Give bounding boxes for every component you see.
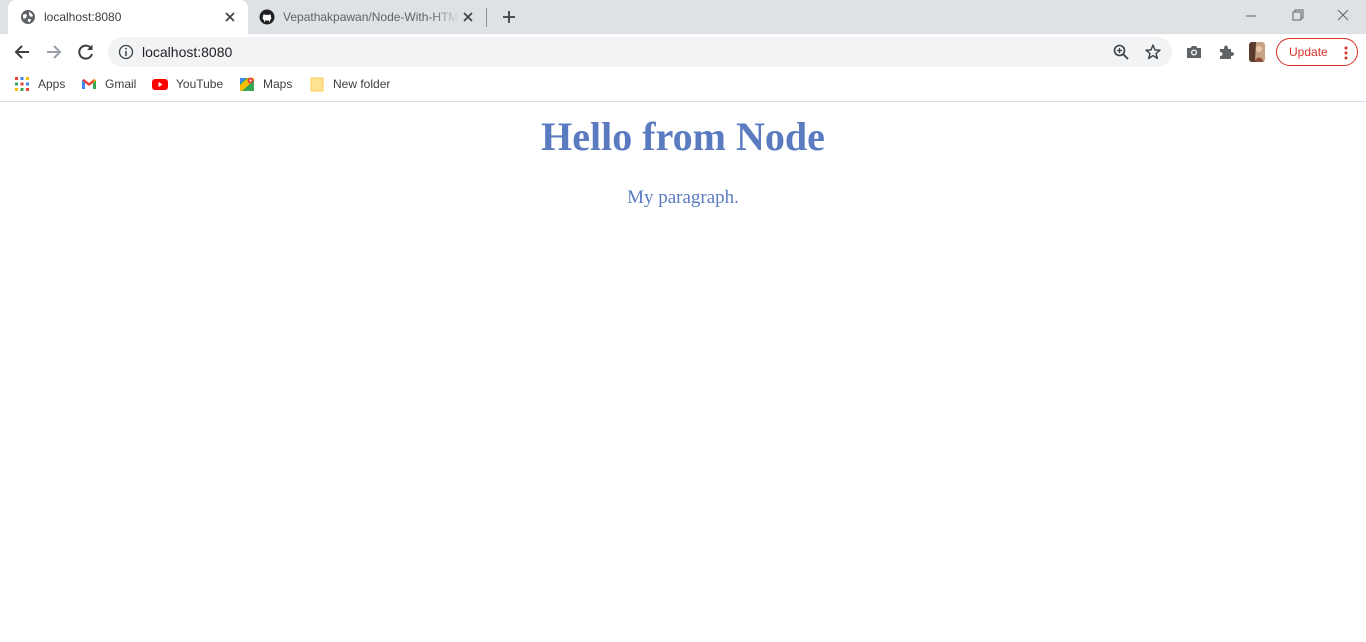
maps-icon: [240, 77, 254, 91]
page-paragraph: My paragraph.: [627, 187, 739, 208]
bookmark-label: Apps: [38, 77, 66, 91]
avatar-image-icon: [1249, 42, 1265, 62]
update-label: Update: [1289, 45, 1328, 59]
bookmark-label: Gmail: [105, 77, 137, 91]
bookmark-label: New folder: [333, 77, 391, 91]
page-heading: Hello from Node: [541, 114, 825, 159]
apps-grid-icon: [15, 77, 29, 91]
toolbar: localhost:8080 Update: [0, 34, 1366, 70]
tab-title: localhost:8080: [44, 10, 122, 24]
zoom-icon[interactable]: [1112, 43, 1130, 61]
extensions-puzzle-icon[interactable]: [1215, 41, 1237, 63]
github-icon: [259, 9, 275, 25]
youtube-icon: [152, 79, 168, 90]
tab-strip: localhost:8080 Vepathakpawan/Node-With-H…: [0, 0, 1366, 34]
camera-icon[interactable]: [1183, 41, 1205, 63]
bookmark-new-folder[interactable]: New folder: [309, 70, 390, 98]
bookmark-star-icon[interactable]: [1144, 43, 1162, 61]
back-arrow-icon[interactable]: [11, 41, 33, 63]
restore-icon[interactable]: [1285, 6, 1309, 26]
new-tab-plus-icon[interactable]: [499, 7, 519, 27]
folder-icon: [310, 77, 324, 92]
bookmark-apps[interactable]: Apps: [14, 70, 65, 98]
update-button[interactable]: Update: [1276, 38, 1358, 66]
minimize-icon[interactable]: [1239, 6, 1263, 26]
forward-arrow-icon[interactable]: [43, 41, 65, 63]
page-content: Hello from Node My paragraph.: [0, 103, 1366, 642]
close-window-icon[interactable]: [1331, 6, 1355, 26]
reload-icon[interactable]: [75, 41, 97, 63]
url-text: localhost:8080: [142, 44, 233, 60]
globe-icon: [21, 10, 35, 24]
tab-separator: [486, 8, 487, 27]
site-info-icon[interactable]: [118, 44, 134, 60]
close-tab-icon[interactable]: [460, 9, 476, 25]
profile-avatar[interactable]: [1249, 42, 1265, 62]
gmail-icon: [82, 79, 96, 89]
address-bar[interactable]: localhost:8080: [108, 37, 1172, 67]
bookmarks-bar: Apps Gmail YouTube Maps New folder: [0, 70, 1366, 102]
bookmark-label: Maps: [263, 77, 293, 91]
bookmark-label: YouTube: [176, 77, 224, 91]
close-tab-icon[interactable]: [222, 9, 238, 25]
tab-title: Vepathakpawan/Node-With-HTML: [283, 10, 459, 24]
tab-github[interactable]: Vepathakpawan/Node-With-HTML: [250, 0, 486, 34]
bookmark-maps[interactable]: Maps: [239, 70, 292, 98]
bookmark-youtube[interactable]: YouTube: [152, 70, 223, 98]
bookmark-gmail[interactable]: Gmail: [81, 70, 136, 98]
menu-dots-icon[interactable]: [1339, 45, 1353, 61]
tab-localhost[interactable]: localhost:8080: [8, 0, 248, 34]
